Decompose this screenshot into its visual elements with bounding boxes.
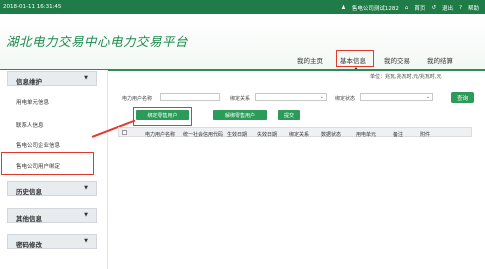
chevron-down-icon: ▼ [84,75,88,81]
help-link[interactable]: 帮助 [468,4,479,12]
sidebar-item-contacts[interactable]: 联系人信息 [16,121,44,129]
chevron-down-icon: ▼ [84,185,88,191]
nav-my-trade[interactable]: 我的交易 [384,55,410,65]
logout-icon[interactable]: ↺ [431,5,436,11]
nav-active-highlight [336,50,374,67]
sidebar-section-other[interactable]: 其他信息 ▼ [7,208,97,223]
home-link[interactable]: 首页 [414,4,425,12]
chevron-down-icon: ▼ [84,238,88,244]
user-name: 售电公司测试1282 [351,6,399,12]
sidebar-section-label: 其他信息 [16,215,42,223]
user-icon: ♟ [340,5,346,11]
platform-title: 湖北电力交易中心电力交易平台 [6,34,189,49]
user-name-input[interactable] [160,93,220,101]
top-bar: 2018-01-11 16:31:45 ♟ 售电公司测试1282 ⌂ 首页 ↺ … [0,0,485,14]
column-header: 生效日期 [227,132,248,138]
date-time: 2018-01-11 16:31:45 [3,4,62,10]
binding-status-select[interactable]: ⌄ [360,93,433,101]
bind-button-highlight [133,107,192,126]
sidebar-active-highlight [1,152,94,175]
select-all-checkbox[interactable] [122,130,127,135]
sidebar-item-power-unit[interactable]: 用电单元信息 [16,98,49,106]
column-header: 失效日期 [257,132,278,138]
binding-relation-label: 绑定关系 [230,96,251,102]
chevron-down-icon: ▼ [84,212,88,218]
unbind-user-button[interactable]: 解绑零售用户 [213,110,267,120]
column-header: 统一社会信用代码 [183,132,224,138]
submit-button[interactable]: 提交 [278,110,300,120]
logout-link[interactable]: 退出 [442,4,453,12]
column-header: 电力用户名称 [145,132,176,138]
sidebar-item-company-info[interactable]: 售电公司企业信息 [16,141,60,149]
column-header: 附件 [420,132,431,138]
user-name-label: 电力用户名称 [122,96,153,102]
nav-my-home[interactable]: 我的主页 [297,55,323,65]
sidebar-section-history[interactable]: 历史信息 ▼ [7,181,97,196]
nav-my-settlement[interactable]: 我的结算 [427,55,453,65]
query-button[interactable]: 查询 [451,92,474,103]
binding-relation-select[interactable]: ⌄ [255,93,327,101]
column-header: 数据状态 [321,132,342,138]
chevron-down-icon: ⌄ [319,94,324,100]
sidebar-section-password[interactable]: 密码修改 ▼ [7,234,97,249]
column-header: 绑定关系 [289,132,310,138]
sidebar-section-label: 历史信息 [16,188,42,196]
home-icon[interactable]: ⌂ [405,5,409,11]
table-header: 电力用户名称 统一社会信用代码 生效日期 失效日期 绑定关系 数据状态 用电单元… [118,127,472,138]
unit-text: 单位：兆瓦,兆瓦时,元/兆瓦时,元 [370,74,442,80]
binding-status-label: 绑定状态 [335,96,356,102]
sidebar-section-label: 信息维护 [16,78,42,86]
help-icon[interactable]: ? [459,5,462,11]
sidebar-section-label: 密码修改 [16,241,42,249]
sidebar-section-info-maintenance[interactable]: 信息维护 ▼ [7,71,97,86]
chevron-down-icon: ⌄ [425,94,430,100]
column-header: 用电单元 [356,132,377,138]
column-header: 备注 [393,132,404,138]
top-bar-actions: ♟ 售电公司测试1282 ⌂ 首页 ↺ 退出 ? 帮助 [341,4,479,12]
